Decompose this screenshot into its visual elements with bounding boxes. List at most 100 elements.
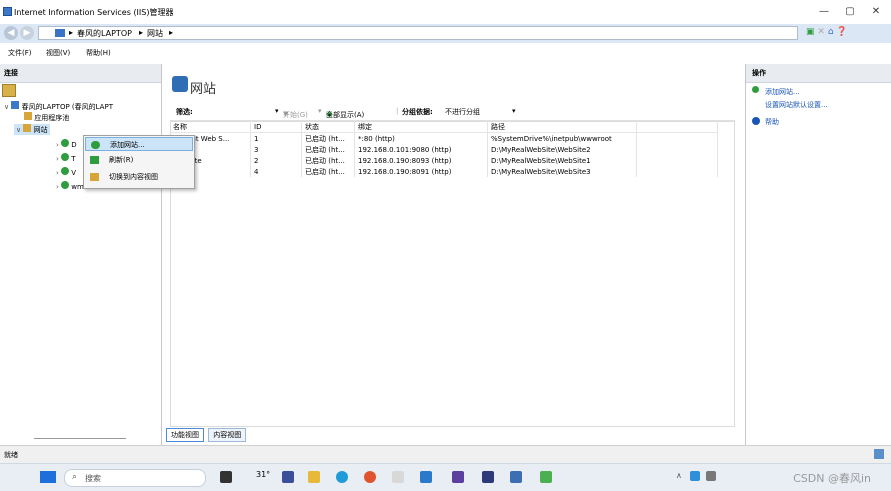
sites-globe-icon — [172, 76, 188, 92]
file-explorer-icon[interactable] — [308, 471, 320, 483]
menu-bar: 文件(F) 视图(V) 帮助(H) — [0, 43, 891, 62]
app-icon[interactable] — [282, 471, 294, 483]
app-icon[interactable] — [420, 471, 432, 483]
window-title: Internet Information Services (IIS)管理器 — [14, 8, 174, 17]
server-icon — [11, 101, 20, 109]
forward-arrow-icon[interactable]: ▶ — [20, 26, 34, 40]
action-add-site[interactable]: 添加网站... — [765, 87, 800, 97]
tray-chevron-icon[interactable]: ∧ — [676, 471, 682, 480]
ctx-refresh[interactable]: 刷新(R) — [85, 153, 193, 167]
tree-app-pools[interactable]: 应用程序池 — [24, 112, 69, 123]
view-tabs: 功能视图 内容视图 — [166, 428, 248, 442]
address-segment-sites[interactable]: 网站 — [147, 28, 163, 39]
app-icon[interactable] — [540, 471, 552, 483]
app-pool-icon — [24, 112, 32, 120]
taskbar-search-box[interactable]: ⌕ 搜索 — [64, 469, 206, 487]
connect-server-icon[interactable] — [2, 84, 16, 97]
column-header-binding[interactable]: 绑定 — [354, 121, 488, 133]
cell-empty — [636, 166, 718, 177]
content-view-icon — [90, 173, 99, 181]
tree-site-item[interactable]: › V — [56, 167, 76, 177]
group-by-label: 分组依据: — [402, 108, 433, 116]
table-row[interactable]: wms 4 已启动 (ht... 192.168.0.190:8091 (htt… — [170, 166, 718, 177]
action-help[interactable]: 帮助 — [765, 117, 779, 127]
filter-bar: 筛选: ▾ ▼ 开始(G) ▾ ▣ 全部显示(A) | 分组依据: 不进行分组 … — [170, 104, 735, 121]
chevron-right-icon[interactable]: › — [56, 183, 59, 191]
filter-input[interactable] — [196, 106, 280, 116]
stop-icon[interactable]: ✕ — [817, 27, 825, 37]
help-icon[interactable]: ❓ — [836, 27, 847, 37]
address-field[interactable]: ▸ 春风的LAPTOP ▸ 网站 ▸ — [38, 26, 798, 40]
globe-icon — [61, 181, 70, 189]
windows-start-icon[interactable] — [40, 471, 56, 483]
ctx-switch-content-view[interactable]: 切换到内容视图 — [85, 170, 193, 184]
tray-app-icon[interactable] — [706, 471, 716, 481]
cell-binding: *:80 (http) — [354, 132, 488, 144]
cell-empty — [636, 155, 718, 166]
cell-id: 3 — [250, 144, 302, 155]
visual-studio-icon[interactable] — [452, 471, 464, 483]
close-button[interactable]: ✕ — [862, 4, 890, 20]
taskbar: ⌕ 搜索 31° ∧ CSDN @春风in — [0, 463, 891, 491]
sites-content-pane: 网站 筛选: ▾ ▼ 开始(G) ▾ ▣ 全部显示(A) | 分组依据: 不进行… — [162, 64, 744, 445]
network-status-icon — [874, 449, 884, 459]
app-icon[interactable] — [482, 471, 494, 483]
column-header-name[interactable]: 名称 — [170, 121, 251, 133]
help-icon — [752, 117, 760, 125]
connect-icon[interactable]: ▣ — [806, 27, 815, 37]
table-row[interactable]: JMES 3 已启动 (ht... 192.168.0.101:9080 (ht… — [170, 144, 718, 155]
task-view-icon[interactable] — [220, 471, 232, 483]
action-site-defaults[interactable]: 设置网站默认设置... — [765, 100, 828, 110]
tree-sites[interactable]: ∨ 网站 — [14, 124, 50, 135]
cell-empty — [636, 144, 718, 155]
maximize-button[interactable]: ▢ — [836, 4, 864, 20]
edge-browser-icon[interactable] — [336, 471, 348, 483]
chevron-down-icon[interactable]: ∨ — [4, 103, 9, 111]
column-header-id[interactable]: ID — [250, 121, 302, 133]
menu-file[interactable]: 文件(F) — [8, 48, 32, 58]
minimize-button[interactable]: — — [810, 4, 838, 20]
table-row[interactable]: Default Web S... 1 已启动 (ht... *:80 (http… — [170, 132, 718, 144]
tree-site-item[interactable]: › D — [56, 139, 77, 149]
app-icon[interactable] — [392, 471, 404, 483]
chevron-right-icon[interactable]: › — [56, 155, 59, 163]
iis-app-icon — [3, 7, 12, 16]
column-header-path[interactable]: 路径 — [487, 121, 637, 133]
back-arrow-icon[interactable]: ◀ — [4, 26, 18, 40]
chevron-right-icon[interactable]: › — [56, 169, 59, 177]
tab-features-view[interactable]: 功能视图 — [166, 428, 204, 442]
chevron-right-icon[interactable]: › — [56, 141, 59, 149]
chrome-browser-icon[interactable] — [364, 471, 376, 483]
address-separator: ▸ — [169, 28, 174, 37]
server-icon — [55, 29, 65, 37]
connections-header: 连接 — [0, 64, 161, 83]
tab-content-view[interactable]: 内容视图 — [208, 428, 247, 442]
group-by-select[interactable]: 不进行分组 — [445, 107, 480, 117]
sites-table: 名称 ID 状态 绑定 路径 Default Web S... 1 已启动 (h… — [170, 121, 718, 177]
chevron-down-icon[interactable]: ∨ — [16, 126, 21, 134]
address-bar: ◀ ▶ ▸ 春风的LAPTOP ▸ 网站 ▸ ▣ ✕ ⌂ ❓ — [0, 24, 891, 44]
status-text: 就绪 — [4, 451, 18, 459]
globe-icon — [61, 139, 70, 147]
filter-dropdown-icon[interactable]: ▾ — [275, 107, 279, 115]
status-bar: 就绪 — [0, 445, 891, 464]
ctx-add-site[interactable]: 添加网站... — [85, 137, 193, 151]
divider: | — [396, 107, 399, 115]
tray-app-icon[interactable] — [690, 471, 700, 481]
weather-widget[interactable]: 31° — [256, 470, 270, 479]
iis-manager-icon[interactable] — [510, 471, 522, 483]
start-dropdown-icon[interactable]: ▾ — [318, 107, 322, 115]
table-row[interactable]: WebSite 2 已启动 (ht... 192.168.0.190:8093 … — [170, 155, 718, 166]
menu-help[interactable]: 帮助(H) — [86, 48, 111, 58]
cell-path: D:\MyRealWebSite\WebSite2 — [487, 144, 637, 155]
home-icon[interactable]: ⌂ — [828, 27, 834, 37]
tree-site-item[interactable]: › T — [56, 153, 76, 163]
address-segment-server[interactable]: 春风的LAPTOP — [77, 28, 132, 39]
globe-icon — [61, 153, 70, 161]
menu-view[interactable]: 视图(V) — [46, 48, 70, 58]
scrollbar-thumb[interactable] — [34, 438, 126, 439]
filter-label: 筛选: — [176, 108, 193, 116]
tree-server[interactable]: ∨ 春风的LAPTOP (春风的LAPT — [4, 101, 113, 112]
group-by-dropdown-icon[interactable]: ▾ — [512, 107, 516, 115]
column-header-status[interactable]: 状态 — [301, 121, 355, 133]
